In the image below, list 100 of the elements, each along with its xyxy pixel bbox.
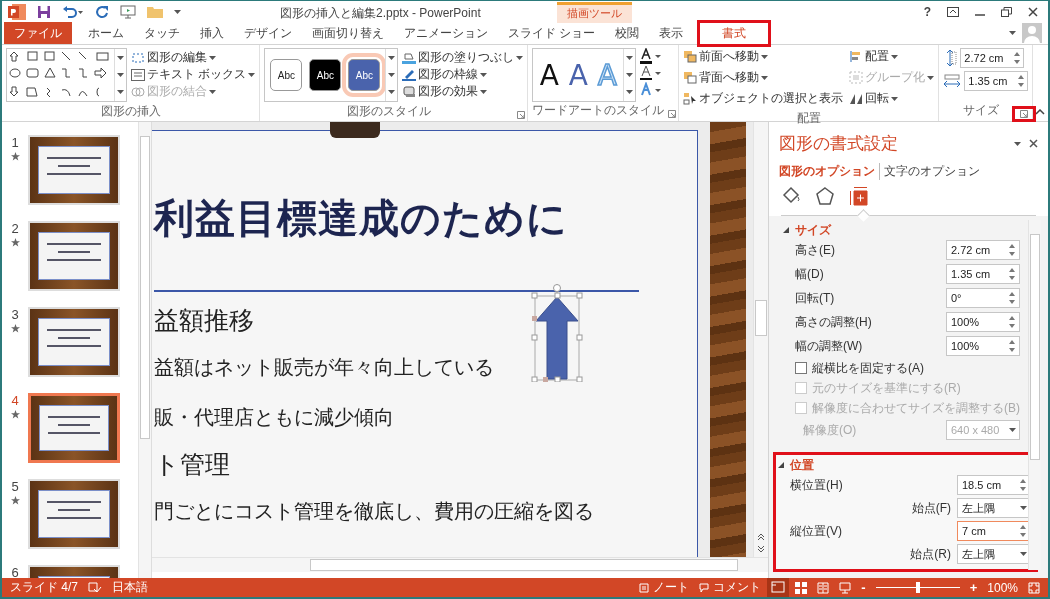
normal-view-icon[interactable] [767,578,790,597]
wordart-sample[interactable]: A [536,58,563,92]
ribbon-tab[interactable]: ホーム [78,22,134,44]
shape-gallery-drawing[interactable] [9,50,111,100]
slide-thumbnail[interactable] [28,393,120,463]
spin-field[interactable]: 0° [946,288,1020,308]
option-tab[interactable]: 文字のオプション [879,163,984,180]
effects-tab[interactable] [815,186,835,206]
comment-icon [699,582,710,593]
expanded-triangle-icon[interactable] [778,462,784,468]
ribbon-button[interactable]: テキスト ボックス [131,66,256,83]
save-icon[interactable] [37,4,51,19]
selected-arrow-shape[interactable] [529,282,585,382]
ribbon-button[interactable]: オブジェクトの選択と表示 [683,90,844,107]
ribbon-tab[interactable]: タッチ [134,22,190,44]
scrollbar-thumb[interactable] [1030,234,1040,460]
field-label: 幅(D) [795,265,824,283]
slide-number: 2 [11,221,19,236]
section-title[interactable]: 位置 [790,456,814,474]
ribbon-button[interactable]: 図形の塗りつぶし [402,49,524,66]
size-properties-tab[interactable] [849,186,869,206]
close-icon[interactable] [1028,6,1038,17]
checkbox[interactable] [795,362,807,374]
undo-icon[interactable] [62,4,84,19]
fit-to-window-icon[interactable] [1028,581,1040,594]
spin-field[interactable]: 18.5 cm [957,475,1031,495]
ribbon-tab[interactable]: アニメーション [394,22,498,44]
spin-buttons[interactable] [1017,74,1026,88]
spin-buttons[interactable] [1008,291,1016,305]
spin-field[interactable]: 2.72 cm [946,240,1020,260]
dialog-launcher-icon[interactable] [517,111,526,119]
ribbon-tab[interactable]: デザイン [234,22,302,44]
scrollbar-thumb[interactable] [755,300,767,336]
text-fill-icon[interactable] [640,48,663,64]
ribbon-tab[interactable]: ファイル [4,22,72,44]
text-outline-icon[interactable] [640,65,663,81]
ribbon-tab[interactable]: スライド ショー [498,22,606,44]
ribbon-button[interactable]: 図形の編集 [131,49,256,66]
expanded-triangle-icon[interactable] [783,227,789,233]
style-swatch[interactable]: Abc [309,59,342,91]
notes-button[interactable]: ノート [639,579,690,596]
spin-buttons[interactable] [1008,267,1016,281]
slide-sorter-icon[interactable] [795,581,808,594]
zoom-out-button[interactable]: - [861,580,866,595]
ribbon-tab[interactable]: 表示 [649,22,694,44]
ribbon-button[interactable]: 前面へ移動 [683,48,844,65]
spin-field[interactable]: 100% [946,336,1020,356]
slide-show-icon[interactable] [839,581,852,594]
ribbon-button[interactable]: 配置 [849,48,935,65]
language-indicator[interactable]: 日本語 [112,579,148,596]
style-swatch[interactable]: Abc [270,59,303,91]
ribbon-tab[interactable]: 書式 [699,22,770,45]
wordart-sample[interactable]: A [565,58,592,92]
powerpoint-logo-icon[interactable] [8,3,26,20]
ribbon-button[interactable]: 図形の効果 [402,83,524,100]
zoom-in-button[interactable]: + [969,580,978,595]
scrollbar[interactable] [138,122,151,578]
width-field[interactable]: 1.35 cm [964,71,1029,91]
spin-buttons[interactable] [1008,315,1016,329]
next-slide-icon[interactable] [757,545,765,553]
spell-check-icon[interactable] [88,581,102,594]
redo-icon[interactable] [95,4,109,19]
spin-field[interactable]: 1.35 cm [946,264,1020,284]
spin-buttons[interactable] [1008,339,1016,353]
ribbon-tab[interactable]: 挿入 [190,22,234,44]
close-icon[interactable] [1029,139,1038,148]
previous-slide-icon[interactable] [757,533,765,541]
section-title[interactable]: サイズ [795,221,831,239]
dropdown-field[interactable]: 左上隅 [957,498,1031,518]
help-button[interactable]: ? [923,4,931,19]
scrollbar[interactable] [152,557,768,572]
ribbon-display-icon[interactable] [947,6,959,17]
zoom-slider-thumb[interactable] [915,582,920,593]
spin-field[interactable]: 100% [946,312,1020,332]
collapse-ribbon-icon[interactable] [1035,109,1046,115]
ribbon-button[interactable]: 回転 [849,90,935,107]
dropdown-field[interactable]: 左上隅 [957,544,1031,564]
scrollbar-thumb[interactable] [140,136,150,439]
comments-button[interactable]: コメント [699,579,762,596]
dialog-launcher-button[interactable] [1012,106,1037,122]
spin-buttons[interactable] [1013,51,1022,65]
scrollbar[interactable] [1028,220,1041,570]
ribbon-button[interactable]: 図形の枠線 [402,66,524,83]
ribbon-tab[interactable]: 画面切り替え [302,22,394,44]
restore-icon[interactable] [1001,6,1012,17]
slide-title: 利益目標達成のために [154,195,569,242]
fill-line-tab[interactable] [781,186,801,206]
ribbon-button[interactable]: 背面へ移動 [683,69,844,86]
option-tab[interactable]: 図形のオプション [779,163,879,180]
scrollbar-thumb[interactable] [310,559,738,571]
zoom-level[interactable]: 100% [987,580,1018,595]
height-field[interactable]: 2.72 cm [960,48,1025,68]
scrollbar[interactable] [753,122,768,557]
spin-field[interactable]: 7 cm [957,521,1031,541]
presentation-icon[interactable] [120,4,136,19]
dialog-launcher-icon[interactable] [668,110,677,118]
dropdown-caret-icon [1009,428,1016,432]
ribbon-tab[interactable]: 校閲 [605,22,650,44]
spin-buttons[interactable] [1008,243,1016,257]
reading-view-icon[interactable] [817,581,830,594]
